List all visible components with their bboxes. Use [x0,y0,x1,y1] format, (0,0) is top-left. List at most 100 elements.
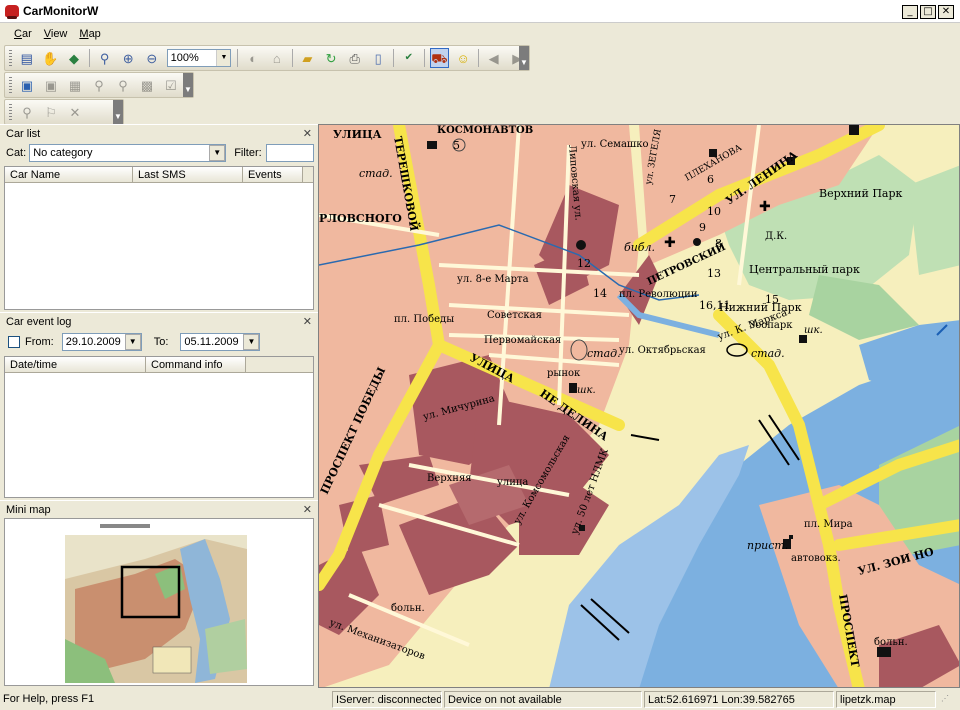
close-icon[interactable]: ✕ [303,315,312,328]
zoom-select[interactable]: 100% ▼ [166,49,232,67]
map-label: 9 [699,221,706,234]
view-icon[interactable]: ⚲ [17,102,37,122]
maximize-button[interactable]: □ [920,5,936,19]
stamp-icon[interactable]: ⚐ [41,102,61,122]
menu-map[interactable]: Map [79,28,100,40]
map-label: 10 [707,205,721,218]
from-checkbox[interactable] [8,336,20,348]
event-log-table[interactable]: Date/time Command info [4,356,314,498]
status-bar: For Help, press F1 IServer: disconnected… [0,688,960,710]
window-title: CarMonitorW [23,4,99,18]
status-help: For Help, press F1 [3,692,95,705]
route-icon[interactable]: ⌂ [267,48,287,68]
open-folder-icon[interactable]: ▰ [298,48,318,68]
category-select[interactable]: No category ▼ [29,144,227,162]
map-label: Верхняя [427,473,472,484]
magnifier-icon[interactable]: ⚲ [95,48,115,68]
delete-icon[interactable]: ✕ [65,102,85,122]
car-list-icon[interactable]: ▤ [17,48,37,68]
chevron-down-icon[interactable]: ▼ [243,334,260,350]
map-label: больн. [874,637,908,648]
toolbar-overflow-icon[interactable]: ▼ [113,100,123,124]
map-label: пл. Революции [619,289,698,300]
map-label: 12 [577,257,591,270]
mini-map-panel: Mini map ✕ [0,500,318,688]
status-coords: Lat:52.616971 Lon:39.582765 [644,690,834,708]
toolbar-overflow-icon[interactable]: ▼ [519,46,529,70]
column-events[interactable]: Events [243,167,303,182]
filter-label: Filter: [234,147,262,159]
document-icon[interactable]: ▯ [368,48,388,68]
eye-icon[interactable]: ◐ [243,48,263,68]
secondary-toolbar: ▣ ▣ ▦ ⚲ ⚲ ▩ ☑ ▼ [4,72,194,98]
cat-label: Cat: [6,147,27,159]
map-label: прист. [747,539,788,552]
toolbar-overflow-icon[interactable]: ▼ [183,73,193,97]
church-icon: ✚ [664,235,676,251]
hand-pan-icon[interactable]: ✋ [41,48,61,68]
checklist-icon[interactable]: ☑ [161,75,181,95]
car-properties-icon[interactable]: ▦ [65,75,85,95]
close-icon[interactable]: ✕ [303,127,312,140]
title-bar: CarMonitorW _ □ ✕ [0,0,960,23]
map-label: КОСМОНАВТОВ [437,125,533,136]
menu-bar: Car View Map [0,24,960,44]
from-label: From: [25,336,54,348]
print-icon[interactable]: ⎙ [345,48,365,68]
map-label: пл. Мира [804,519,853,530]
filter-input[interactable] [265,144,314,162]
chevron-down-icon[interactable]: ▼ [124,334,141,350]
edit-car-icon[interactable]: ▣ [41,75,61,95]
search-icon[interactable]: ⚲ [113,75,133,95]
car-list-table[interactable]: Car Name Last SMS Events [4,166,314,310]
map-label: 15 [765,293,779,306]
car-tracking-icon[interactable]: ⛟ [429,48,450,68]
smiley-icon[interactable]: ☺ [453,48,473,68]
column-car-name[interactable]: Car Name [5,167,133,182]
add-car-icon[interactable]: ▣ [17,75,37,95]
to-date-picker[interactable]: 05.11.2009 ▼ [180,333,261,351]
minimize-button[interactable]: _ [902,5,918,19]
column-last-sms[interactable]: Last SMS [133,167,243,182]
from-date-picker[interactable]: 29.10.2009 ▼ [61,333,142,351]
close-button[interactable]: ✕ [938,5,954,19]
status-device: Device on not available [444,690,642,708]
zoom-in-icon[interactable]: ⊕ [118,48,138,68]
map-label: УЛИЦА [333,128,382,141]
menu-car[interactable]: Car [14,28,32,40]
main-toolbar: ▤ ✋ ◆ ⚲ ⊕ ⊖ 100% ▼ ◐ ⌂ ▰ ↻ ⎙ ▯ ✔ ⛟ ☺ ◀ ▶ … [4,45,530,71]
event-log-title: Car event log [6,315,72,328]
third-toolbar: ⚲ ⚐ ✕ ▼ [4,99,124,125]
column-date-time[interactable]: Date/time [5,357,146,372]
status-mapfile: lipetzk.map [836,690,936,708]
car-app-icon [5,5,19,19]
mini-map-view[interactable] [4,518,314,686]
menu-view[interactable]: View [44,28,68,40]
map-label: улица [497,477,528,488]
app-window: CarMonitorW _ □ ✕ Car View Map ▤ ✋ ◆ ⚲ ⊕… [0,0,960,710]
map-view[interactable]: УЛИЦА КОСМОНАВТОВ ул. Семашко ТЕРЕШКОВОЙ… [318,124,960,688]
map-label: ул. 8-е Марта [457,274,529,285]
camera-icon[interactable]: ▩ [137,75,157,95]
column-command-info[interactable]: Command info [146,357,246,372]
car-list-title: Car list [6,127,41,140]
zoom-value: 100% [170,52,199,64]
back-arrow-icon[interactable]: ◀ [484,48,504,68]
close-icon[interactable]: ✕ [303,503,312,516]
refresh-icon[interactable]: ↻ [321,48,341,68]
layers-icon[interactable]: ◆ [64,48,84,68]
zoom-out-icon[interactable]: ⊖ [142,48,162,68]
map-label: больн. [391,603,425,614]
status-server: IServer: disconnected [332,690,442,708]
map-label: стад. [587,347,621,360]
map-label: 14 [593,287,607,300]
mini-map-image[interactable] [5,519,313,685]
chevron-down-icon[interactable]: ▼ [216,50,231,66]
map-label: Советская [487,310,542,321]
chevron-down-icon[interactable]: ▼ [209,145,226,161]
map-label: автовокз. [791,553,841,564]
spellcheck-icon[interactable]: ✔ [399,48,419,68]
find-car-icon[interactable]: ⚲ [89,75,109,95]
resize-grip-icon[interactable]: ⋰ [938,691,954,708]
map-label: пл. Победы [394,314,454,325]
